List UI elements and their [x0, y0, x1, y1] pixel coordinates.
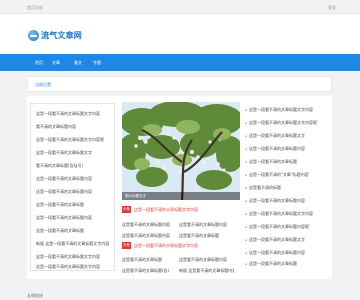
list-item[interactable]: 看不清的文章标题(含括号) — [36, 163, 112, 168]
featured-photo[interactable]: 图片标题文字 — [122, 102, 240, 200]
list-item[interactable]: 这是一段看不清的文章标题 — [36, 228, 112, 233]
main-content: 这是一段看不清的文章标题文字内容 看不清的文章标题内容 这是一段看不清的文章标题… — [27, 96, 332, 279]
nav-item-home[interactable]: 首页 — [31, 54, 47, 71]
list-item[interactable]: 这是一段看不清的文章标题文字 — [36, 150, 112, 155]
sub-list-item[interactable]: 这是看不清的文章标题内容 — [179, 222, 234, 227]
sub-list-item[interactable]: 这是看不清的文章标题(含) — [122, 268, 177, 273]
top-bar: 首页导航 登录 — [0, 0, 360, 14]
list-item[interactable]: 这是一段看不清的文章标题内容 — [245, 198, 327, 203]
site-header: 流气文章网 — [0, 14, 360, 54]
list-item[interactable]: 这是一段看不清的文章标题文字内容呢 — [36, 137, 112, 142]
list-item[interactable]: 这是一段看不清的文章标题 — [36, 202, 112, 207]
left-article-list: 这是一段看不清的文章标题文字内容 看不清的文章标题内容 这是一段看不清的文章标题… — [30, 103, 115, 271]
nav-item-articles[interactable]: 文章 — [48, 54, 64, 71]
list-item[interactable]: 这是一段看不清的文章标题文字内容呢 — [245, 120, 327, 125]
logo-text: 流气文章网 — [41, 30, 82, 40]
headline-item[interactable]: 头条 这是一段看不清的头条标题文字内容 — [122, 242, 198, 249]
list-item[interactable]: 这是一段看不清的文章标题文字 — [245, 237, 327, 242]
sub-list-item[interactable]: 这是看不清的文章标题内容 — [122, 222, 177, 227]
tree-photo-image — [122, 102, 240, 200]
list-item[interactable]: 这是一段看不清的文章标题内容 — [36, 215, 112, 220]
list-item[interactable]: 这是一段看不清的文章标题内容 — [245, 250, 327, 255]
list-item[interactable]: 这是一段看不清的文章标题 — [245, 159, 327, 164]
headline-title[interactable]: 这是一段看不清的头条标题文字内容 — [134, 207, 198, 213]
nav-item-essays[interactable]: 美文 — [70, 54, 86, 71]
logo-icon — [28, 29, 39, 41]
site-logo[interactable]: 流气文章网 — [28, 28, 82, 42]
sub-list-item[interactable]: 这是看不清的文章标题内容 — [122, 233, 177, 238]
list-item[interactable]: 这是一段看不清的文章标题文字内容 — [36, 254, 112, 259]
sub-list-item[interactable]: 这是看不清的文章标题内容 — [179, 257, 234, 262]
headline-tag: 头条 — [122, 242, 131, 249]
headline-title[interactable]: 这是一段看不清的头条标题文字内容 — [134, 243, 198, 249]
headline-item[interactable]: 头条 这是一段看不清的头条标题文字内容 — [122, 206, 198, 213]
top-bar-left-link[interactable]: 首页导航 — [27, 5, 43, 11]
list-item[interactable]: 这是一段看不清的文章标题文字内容 — [36, 264, 112, 269]
headline-tag: 头条 — [122, 206, 131, 213]
photo-caption: 图片标题文字 — [122, 192, 240, 200]
list-item[interactable]: 这是一段看不清的"文章"标题内容 — [245, 172, 327, 177]
list-item[interactable]: 这是一段看不清的文章标题文字内容 — [245, 107, 327, 112]
list-item[interactable]: 这是一段看不清的文章标题内容 — [245, 146, 327, 151]
list-item[interactable]: 这是一段看不清的文章标题内容呢 — [245, 224, 327, 229]
breadcrumb-label[interactable]: 当前位置 — [35, 82, 51, 88]
list-item[interactable]: 这是一段看不清的文章标题文字内容 — [245, 211, 327, 216]
list-item[interactable]: 这是看不清的标题 — [245, 185, 327, 190]
sub-list-item[interactable]: 新版 这是看不清的文章标题内容 — [179, 268, 234, 273]
list-item[interactable]: 看不清的文章标题内容 — [36, 124, 112, 129]
list-item[interactable]: 这是一段看不清的文章标题内容 — [36, 189, 112, 194]
list-item[interactable]: 新版 这是一段看不清的文章标题文字内容 — [36, 241, 112, 246]
sub-list-item[interactable]: 这是看不清的文章标题 — [122, 257, 177, 262]
list-item[interactable]: 这是一段看不清的文章标题内容 — [36, 176, 112, 181]
nav-item-topics[interactable]: 专题 — [89, 54, 105, 71]
list-item[interactable]: 这是一段看不清的文章标题 — [245, 261, 327, 266]
breadcrumb: 当前位置 — [27, 76, 332, 92]
top-bar-right-link[interactable]: 登录 — [328, 5, 336, 11]
footer-links-label: 友情链接 — [27, 293, 43, 298]
list-item[interactable]: 这是一段看不清的文章标题文字 — [245, 133, 327, 138]
sub-list-item[interactable]: 这是看不清的文章标题 — [179, 233, 234, 238]
main-nav: 首页 文章 美文 专题 — [0, 54, 360, 71]
list-item[interactable]: 这是一段看不清的文章标题文字内容 — [36, 111, 112, 116]
